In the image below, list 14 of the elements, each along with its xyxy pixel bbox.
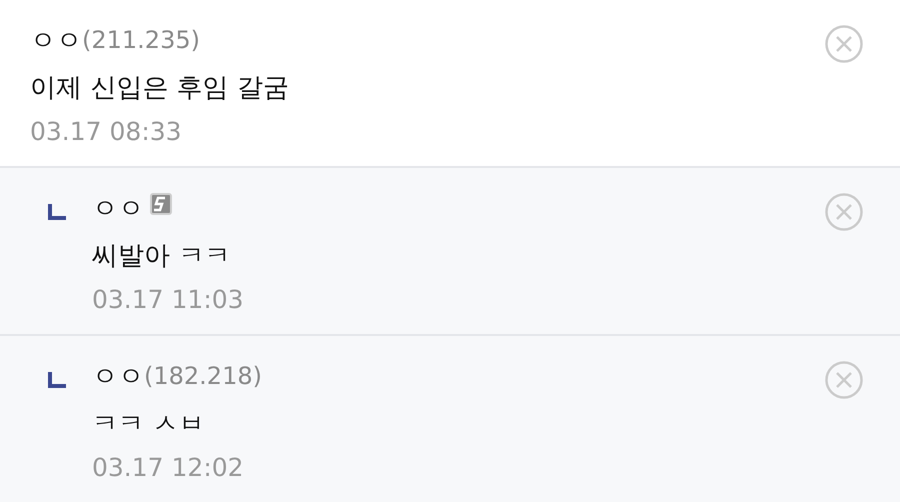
- comment-date: 03.17 08:33: [30, 117, 183, 146]
- author-name: ㅇㅇ: [92, 192, 144, 226]
- delete-button[interactable]: [824, 192, 864, 232]
- comment-date: 03.17 11:03: [92, 285, 245, 314]
- author-name: ㅇㅇ: [30, 24, 82, 58]
- comment-date: 03.17 12:02: [92, 453, 245, 482]
- delete-button[interactable]: [824, 360, 864, 400]
- ip-address: (211.235): [82, 26, 200, 54]
- comment-text: 씨발아 ㅋㅋ: [92, 240, 232, 273]
- author-name: ㅇㅇ: [92, 360, 144, 394]
- comment-text: ㅋㅋ ㅅㅂ: [92, 408, 206, 441]
- delete-button[interactable]: [824, 24, 864, 64]
- comment-text: 이제 신입은 후임 갈굼: [30, 72, 290, 105]
- ip-address: (182.218): [144, 362, 262, 390]
